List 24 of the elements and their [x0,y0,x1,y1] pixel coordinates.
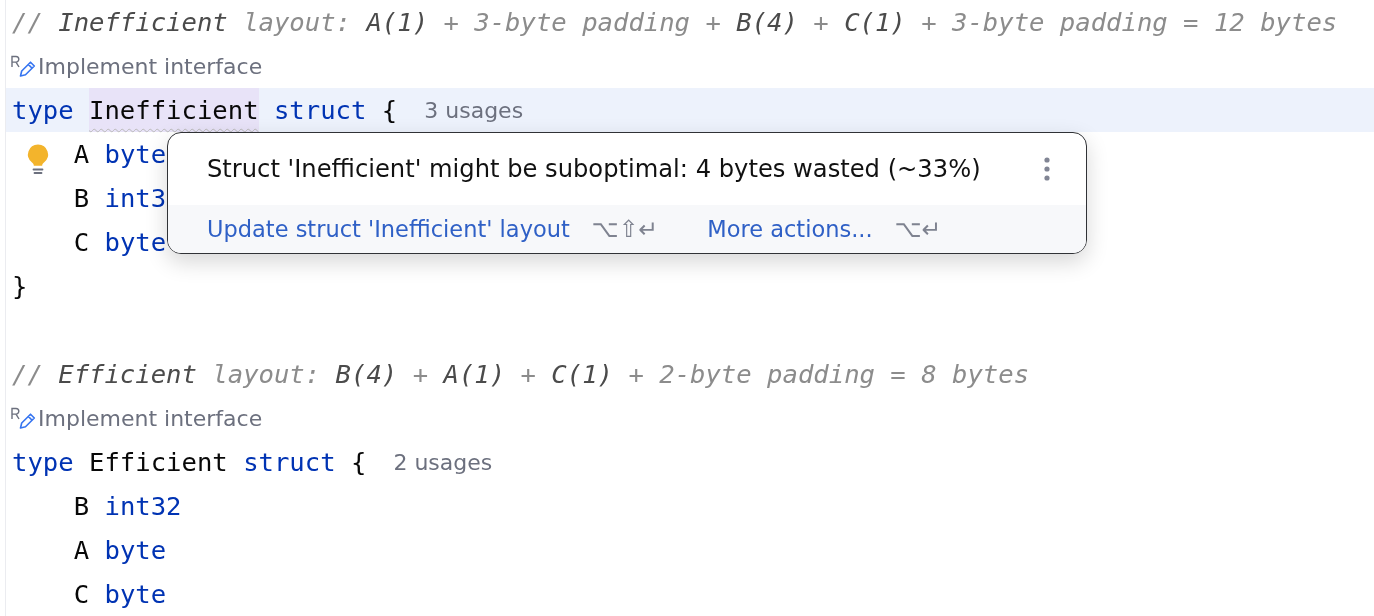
pencil-icon [10,55,36,77]
action-link[interactable]: More actions... [707,216,873,242]
code-line: } [12,270,28,303]
code-line: A byte [73,138,167,171]
code-line: type Efficient struct { [12,446,367,479]
code-line: B int3 [73,182,167,215]
code-line: B int32 [73,490,182,523]
shortcut-hint: ⌥⇧↵ [591,215,659,243]
more-options-icon[interactable] [1044,157,1050,181]
code-comment: // Inefficient layout: A(1) + 3-byte padding + B(4) + C(1) + 3-byte padding = 12 bytes [12,6,1338,39]
shortcut-hint: ⌥↵ [894,215,942,243]
usages-link[interactable]: 3 usages [424,97,524,123]
code-line: type Inefficient struct { [12,88,398,132]
lightbulb-icon[interactable] [26,143,50,175]
code-line: A byte [73,534,167,567]
implement-interface-link[interactable]: Implement interface [38,405,263,431]
pencil-icon [10,407,36,429]
code-line: C byte [73,226,167,259]
code-line: C byte [73,578,167,611]
popup-message: Struct 'Inefficient' might be suboptimal: 4 bytes wasted (~33%) [207,155,981,183]
implement-interface-link[interactable]: Implement interface [38,53,263,79]
usages-link[interactable]: 2 usages [393,449,493,475]
action-link[interactable]: Update struct 'Inefficient' layout [207,216,570,242]
code-comment: // Efficient layout: B(4) + A(1) + C(1) + 2-byte padding = 8 bytes [12,358,1030,391]
